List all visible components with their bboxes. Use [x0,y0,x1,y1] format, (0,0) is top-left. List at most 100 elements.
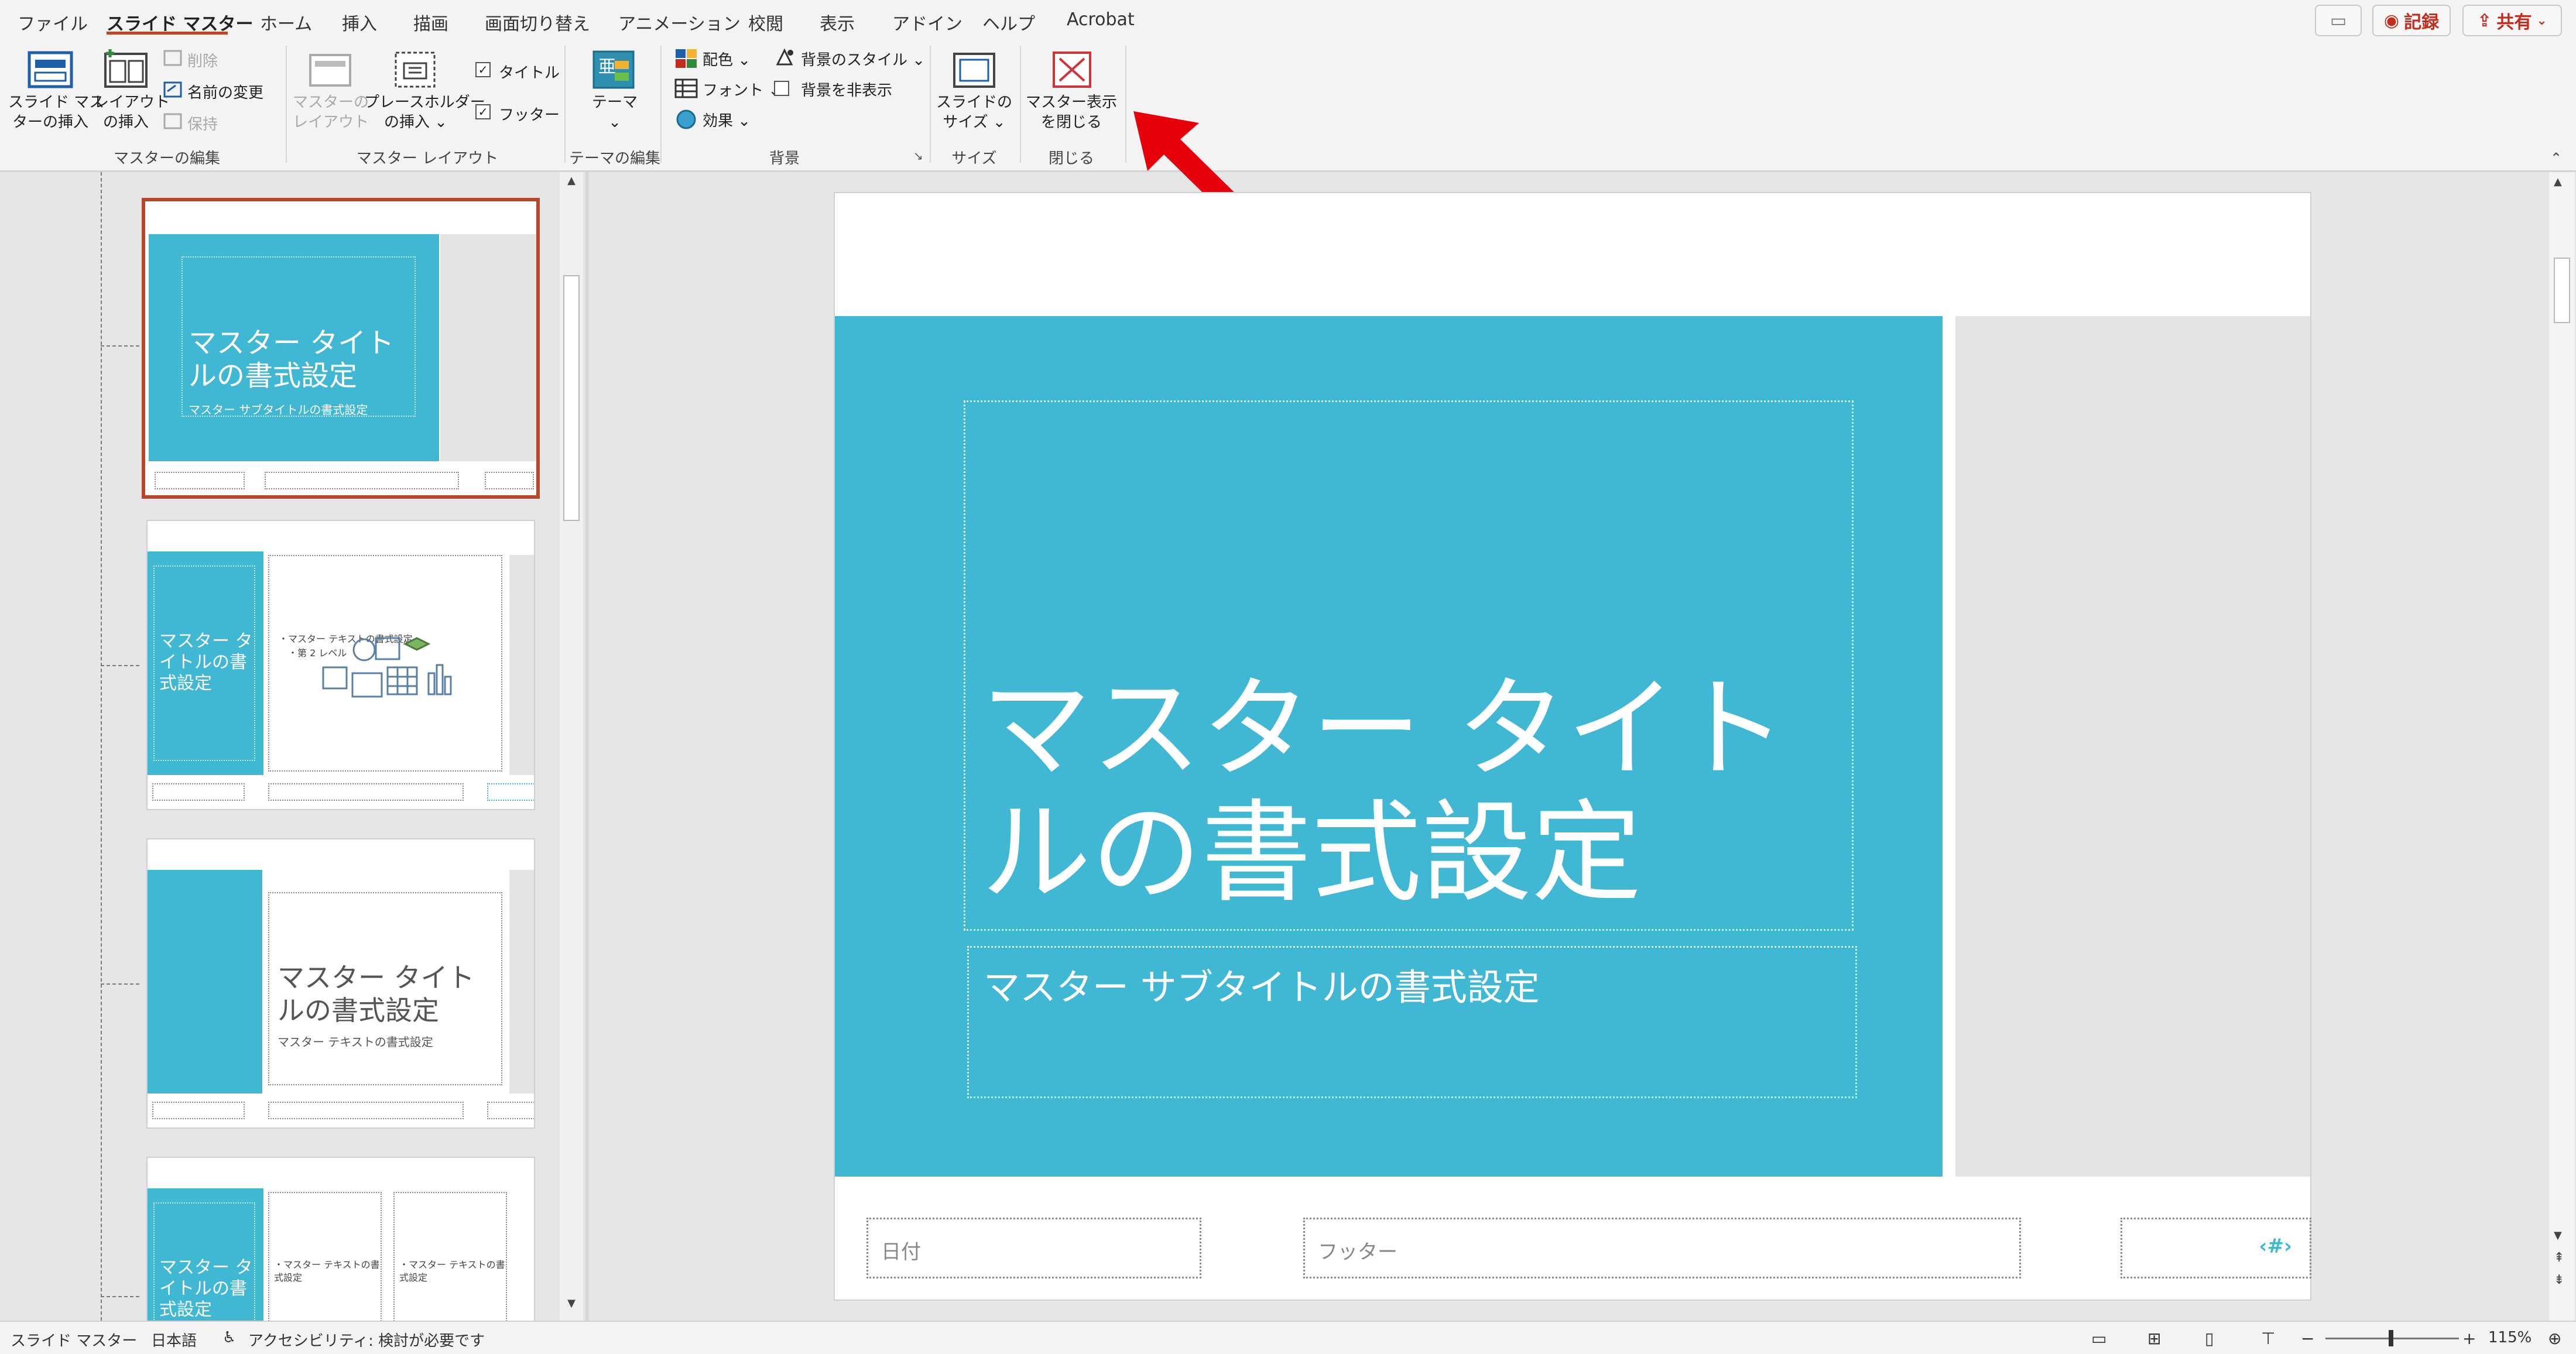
insert-slide-master-button[interactable]: スライド マス ターの挿入 [8,92,104,132]
tree-connector [101,1296,139,1297]
tree-connector [101,172,102,1321]
theme-button[interactable]: テーマ ⌄ [580,92,650,132]
slide-thumbnail[interactable]: マスター タ イトルの書 式設定 ・マスター テキストの書式設定 ・第 2 レベ… [146,520,535,810]
insert-placeholder-icon [395,52,436,88]
chevron-down-icon: ⌄ [2536,13,2547,28]
tab-transitions[interactable]: 画面切り替え [485,9,590,35]
insert-placeholder-button[interactable]: プレースホルダー の挿入 ⌄ [364,92,485,132]
footer-checkbox[interactable]: ✓ [475,104,491,119]
slide-size-button[interactable]: スライドの サイズ ⌄ [934,92,1014,132]
effects-button[interactable]: 効果 ⌄ [703,109,751,131]
thumb-title: マスター タ イトルの書 式設定 [159,631,253,694]
slide-title[interactable]: マスター タイト ルの書式設定 [981,667,1787,916]
record-label: 記録 [2404,12,2440,33]
next-slide-icon[interactable]: ⇟ [2554,1273,2564,1287]
background-styles-button[interactable]: 背景のスタイル ⌄ [801,48,925,70]
delete-button[interactable]: 削除 [187,49,218,71]
scroll-up-icon[interactable]: ▲ [2554,176,2562,188]
insert-layout-button[interactable]: レイアウト の挿入 [94,92,170,132]
close-master-view-button[interactable]: マスター表示 を閉じる [1026,92,1117,132]
scroll-up-icon[interactable]: ▲ [563,174,580,191]
tab-review[interactable]: 校閲 [748,9,783,35]
slide-sorter-icon[interactable]: ⊞ [2147,1329,2161,1348]
hide-background-checkbox[interactable] [774,81,789,96]
dialog-launcher-icon[interactable]: ↘ [913,149,923,163]
date-placeholder[interactable]: 日付 [866,1218,1201,1278]
footer-text: フッター [1318,1240,1397,1264]
slideshow-icon[interactable]: ⊤ [2261,1329,2275,1348]
editor-scrollbar[interactable]: ▲ ▼ ⇞ ⇟ [2549,172,2575,1321]
slide-thumbnail-pane: マスター タイト ルの書式設定 マスター サブタイトルの書式設定 マスター タ … [0,172,585,1321]
pane-divider[interactable] [585,172,589,1321]
close-master-view-icon [1053,52,1091,88]
previous-slide-icon[interactable]: ⇞ [2554,1250,2564,1265]
share-button[interactable]: ⇪ 共有 ⌄ [2462,5,2562,36]
tab-bar: ファイル スライド マスター ホーム 挿入 描画 画面切り替え アニメーション … [0,0,2576,41]
group-label-master-layout: マスター レイアウト [356,150,499,167]
master-layout-button[interactable]: マスターの レイアウト [293,92,369,132]
tab-home[interactable]: ホーム [260,9,312,35]
ribbon: スライド マス ターの挿入 レイアウト の挿入 削除 名前の変更 保持 マスター… [0,41,2576,172]
zoom-slider-thumb[interactable] [2389,1330,2393,1346]
status-bar: スライド マスター 日本語 ♿ アクセシビリティ: 検討が必要です ▭ ⊞ ▯ … [0,1321,2576,1354]
ribbon-separator [930,46,931,163]
slide-thumbnail[interactable]: マスター タ イトルの書 式設定 ・マスター テキストの書 式設定 ・マスター … [146,1157,535,1321]
footer-placeholder[interactable]: フッター [1303,1218,2021,1278]
footer-checkbox-label: フッター [499,107,560,124]
zoom-out-icon[interactable]: − [2301,1329,2314,1348]
hide-background-label: 背景を非表示 [801,82,893,100]
date-text: 日付 [881,1240,921,1264]
tab-insert[interactable]: 挿入 [342,9,377,35]
scroll-down-icon[interactable]: ▼ [563,1297,580,1314]
zoom-level[interactable]: 115% [2488,1329,2532,1346]
slide-subtitle[interactable]: マスター サブタイトルの書式設定 [984,958,1540,1010]
view-name: スライド マスター [11,1332,138,1350]
tab-draw[interactable]: 描画 [413,9,448,35]
insert-slide-master-icon [28,51,73,88]
normal-view-icon[interactable]: ▭ [2091,1329,2106,1348]
thumbnail-scrollbar[interactable]: ▲ ▼ [560,172,583,1321]
accessibility-status[interactable]: アクセシビリティ: 検討が必要です [248,1329,485,1350]
colors-button[interactable]: 配色 ⌄ [703,48,751,70]
tab-addins[interactable]: アドイン [892,9,962,35]
content-placeholder-icons [322,637,452,698]
reading-view-icon[interactable]: ▯ [2205,1329,2214,1348]
ribbon-separator [564,46,566,163]
thumb-body: ・マスター テキストの書 式設定 [399,1259,505,1283]
zoom-in-icon[interactable]: + [2462,1329,2476,1348]
tab-help[interactable]: ヘルプ [982,9,1035,35]
slide-number-placeholder[interactable]: ‹#› [2121,1218,2311,1278]
record-button[interactable]: ◉ 記録 [2372,5,2451,36]
scrollbar-thumb[interactable] [563,275,580,521]
record-icon: ◉ [2383,10,2400,31]
language-indicator[interactable]: 日本語 [151,1329,197,1350]
ribbon-separator [1020,46,1021,163]
slide-editor[interactable]: マスター タイト ルの書式設定 マスター サブタイトルの書式設定 日付 フッター… [834,192,2311,1301]
rename-button[interactable]: 名前の変更 [187,81,263,102]
collapse-ribbon-icon[interactable]: ⌃ [2550,150,2562,166]
thumb-subtitle: マスター サブタイトルの書式設定 [189,403,368,417]
group-label-size: サイズ [951,150,997,167]
slide-thumbnail[interactable]: マスター タイト ルの書式設定 マスター サブタイトルの書式設定 [142,198,540,499]
scrollbar-thumb[interactable] [2554,258,2570,323]
effects-icon [676,109,696,129]
ribbon-separator [660,46,662,163]
preserve-button[interactable]: 保持 [187,112,218,134]
fonts-button[interactable]: フォント ⌄ [703,78,781,100]
tab-view[interactable]: 表示 [820,9,855,35]
delete-icon [163,50,182,66]
master-layout-icon [309,54,351,87]
tab-acrobat[interactable]: Acrobat [1067,9,1135,30]
tab-file[interactable]: ファイル [18,9,88,35]
tab-animations[interactable]: アニメーション [618,9,741,35]
comments-button[interactable]: ▭ [2315,5,2362,36]
slide-title-block: マスター タイト ルの書式設定 マスター サブタイトルの書式設定 [835,316,1943,1177]
title-checkbox[interactable]: ✓ [475,62,491,77]
scroll-down-icon[interactable]: ▼ [2554,1229,2562,1242]
tree-connector [101,665,139,666]
fit-to-window-icon[interactable]: ⊕ [2548,1329,2561,1348]
slide-thumbnail[interactable]: マスター タイト ルの書式設定 マスター テキストの書式設定 [146,838,535,1129]
thumb-title: マスター タイト ルの書式設定 [189,327,395,392]
share-label: 共有 [2496,12,2532,33]
thumb-title: マスター タ イトルの書 式設定 [159,1257,253,1320]
